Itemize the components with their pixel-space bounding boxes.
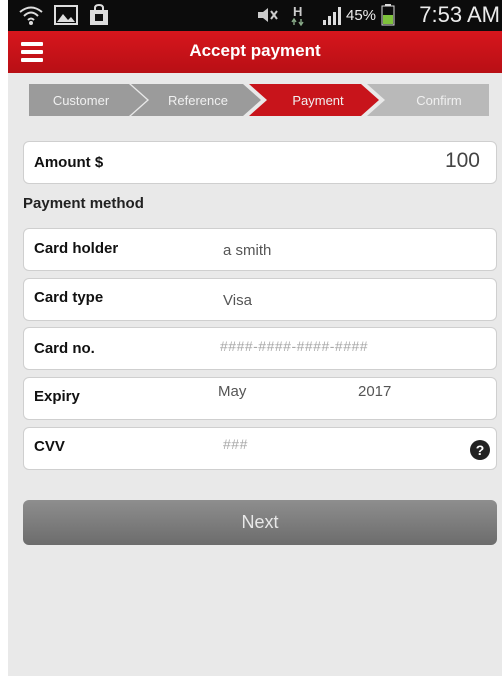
step-indicator: Customer Reference Payment Confirm: [29, 84, 489, 116]
step-label: Customer: [52, 92, 110, 108]
step-confirm[interactable]: Confirm: [367, 84, 489, 116]
battery-icon: [381, 4, 395, 26]
step-payment[interactable]: Payment: [249, 84, 379, 116]
card-type-value: Visa: [223, 292, 252, 309]
signal-icon: [323, 7, 341, 25]
image-icon: [54, 5, 78, 25]
step-label: Payment: [292, 92, 344, 108]
cvv-label: CVV: [34, 438, 65, 455]
amount-value: 100: [444, 149, 480, 172]
next-button[interactable]: Next: [23, 500, 497, 545]
wifi-icon: [19, 6, 43, 25]
card-holder-value: a smith: [223, 242, 272, 259]
page-title: Accept payment: [189, 41, 321, 60]
card-type-select[interactable]: Card type Visa: [23, 278, 497, 321]
expiry-month-select[interactable]: May: [218, 383, 246, 400]
card-holder-field[interactable]: Card holder a smith: [23, 228, 497, 271]
step-label: Reference: [168, 92, 228, 108]
app-header: Accept payment: [8, 31, 502, 73]
card-holder-label: Card holder: [34, 240, 119, 257]
svg-text:H: H: [293, 4, 302, 19]
expiry-year-select[interactable]: 2017: [358, 383, 391, 400]
expiry-field: Expiry May 2017: [23, 377, 497, 420]
battery-percent: 45%: [346, 7, 377, 24]
clock: 7:53 AM: [419, 2, 500, 27]
app-screen: H 45% 7:53 AM Accept payment Customer Re…: [8, 0, 502, 676]
step-reference[interactable]: Reference: [131, 84, 261, 116]
card-number-label: Card no.: [34, 340, 95, 357]
card-type-label: Card type: [34, 289, 104, 306]
amount-label: Amount $: [34, 154, 104, 171]
question-mark-icon[interactable]: ?: [470, 440, 490, 460]
status-bar: H 45% 7:53 AM: [8, 0, 502, 31]
cvv-field[interactable]: CVV ### ?: [23, 427, 497, 470]
expiry-label: Expiry: [34, 388, 80, 405]
card-number-placeholder: ####-####-####-####: [220, 338, 369, 354]
card-number-field[interactable]: Card no. ####-####-####-####: [23, 327, 497, 370]
step-label: Confirm: [416, 92, 462, 108]
payment-method-heading: Payment method: [23, 195, 144, 212]
network-h-icon: H: [291, 4, 304, 26]
cvv-placeholder: ###: [223, 436, 248, 452]
amount-field[interactable]: Amount $ 100: [23, 141, 497, 184]
step-customer[interactable]: Customer: [29, 84, 147, 116]
mute-icon: [258, 8, 278, 22]
bag-icon: [90, 4, 108, 25]
